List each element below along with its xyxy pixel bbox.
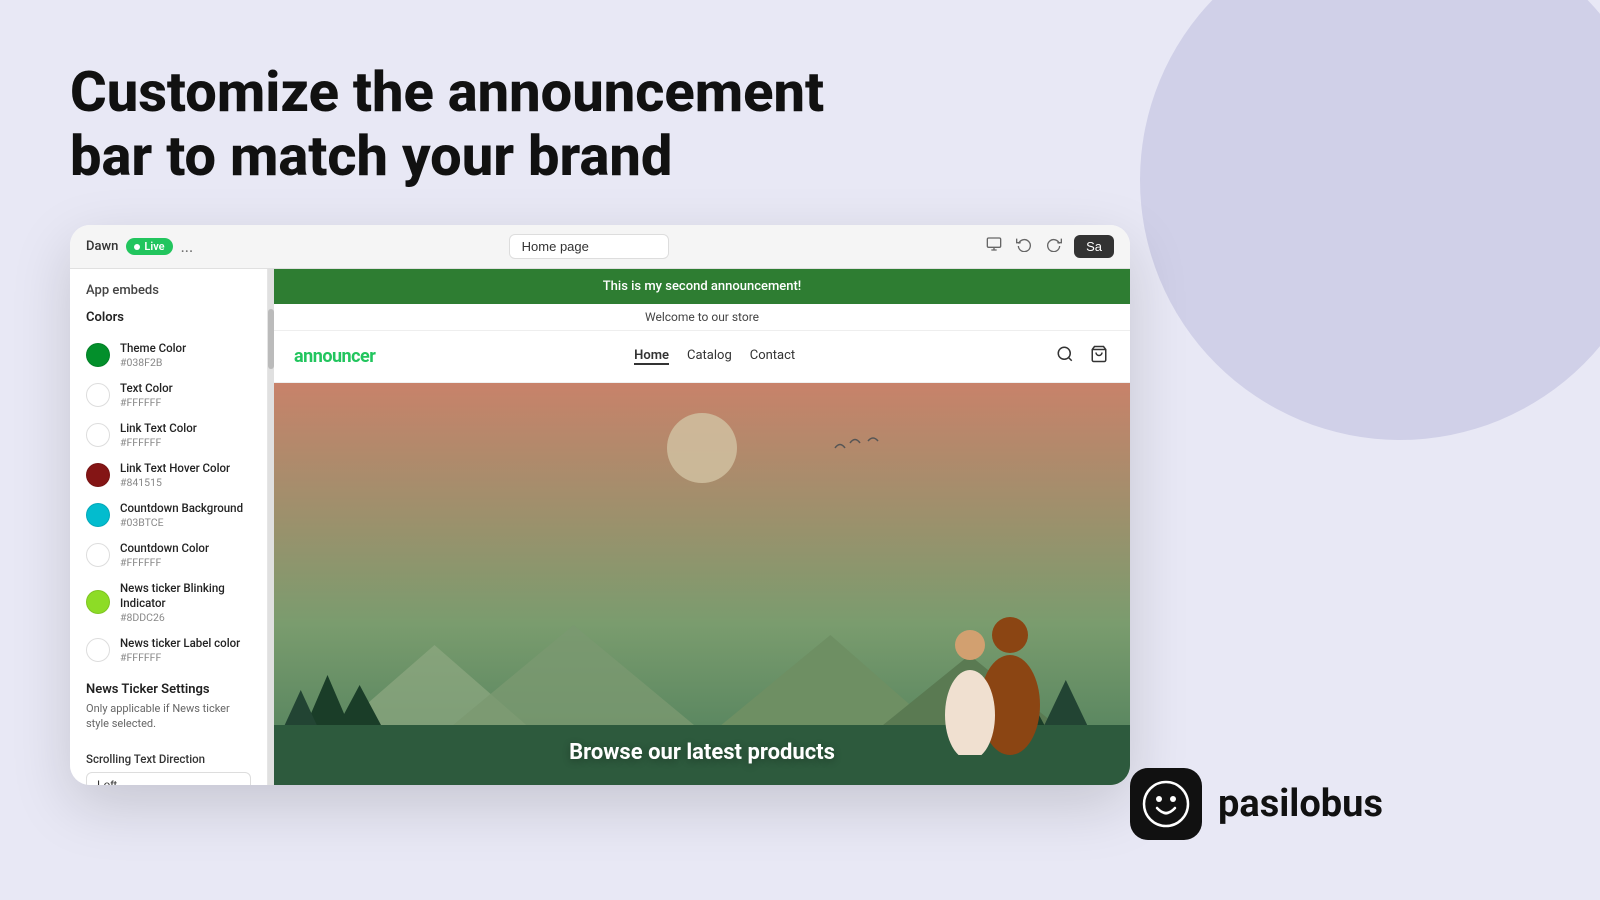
- color-item-countdown[interactable]: Countdown Color #FFFFFF: [70, 535, 267, 575]
- ticker-indicator-circle: [86, 590, 110, 614]
- countdown-bg-color-name: Countdown Background: [120, 501, 243, 516]
- color-item-ticker-indicator[interactable]: News ticker Blinking Indicator #8DDC26: [70, 575, 267, 630]
- brand-name: pasilobus: [1218, 782, 1383, 826]
- store-cart-button[interactable]: [1088, 343, 1110, 370]
- undo-icon-button[interactable]: [1014, 234, 1034, 259]
- page-selector[interactable]: Home page Product page Collection page: [509, 234, 669, 259]
- more-dots-button[interactable]: ...: [181, 237, 194, 256]
- news-ticker-desc: Only applicable if News ticker style sel…: [86, 701, 251, 732]
- browser-topbar: Dawn Live ... Home page Product page Col…: [70, 225, 1130, 270]
- countdown-bg-color-hex: #03BTCE: [120, 516, 243, 529]
- store-sub-bar: Welcome to our store: [274, 304, 1130, 331]
- scrolling-direction-select[interactable]: Left Right: [86, 772, 251, 785]
- nav-link-home[interactable]: Home: [634, 348, 669, 365]
- store-nav: announcer Home Catalog Contact: [274, 331, 1130, 383]
- scrollbar-thumb[interactable]: [268, 309, 274, 369]
- device-icon-button[interactable]: [984, 234, 1004, 259]
- ticker-indicator-info: News ticker Blinking Indicator #8DDC26: [120, 581, 251, 624]
- content-row: Dawn Live ... Home page Product page Col…: [70, 225, 1530, 860]
- browser-body: App embeds Colors Theme Color #038F2B: [70, 269, 1130, 785]
- topbar-center: Home page Product page Collection page: [205, 234, 972, 259]
- headline-line1: Customize the announcement: [70, 59, 824, 125]
- store-logo: announcer: [294, 346, 375, 367]
- announcement-text: This is my second announcement!: [603, 279, 802, 294]
- theme-color-name: Theme Color: [120, 341, 186, 356]
- app-embeds-title: App embeds: [70, 283, 267, 310]
- color-item-theme[interactable]: Theme Color #038F2B: [70, 335, 267, 375]
- announcement-bar: This is my second announcement!: [274, 269, 1130, 304]
- text-color-info: Text Color #FFFFFF: [120, 381, 173, 409]
- theme-color-circle: [86, 343, 110, 367]
- ticker-label-name: News ticker Label color: [120, 636, 240, 651]
- save-button[interactable]: Sa: [1074, 235, 1114, 258]
- news-ticker-title: News Ticker Settings: [86, 682, 251, 697]
- main-container: Customize the announcement bar to match …: [0, 0, 1600, 900]
- hero-people-svg: [910, 595, 1070, 755]
- text-color-hex: #FFFFFF: [120, 396, 173, 409]
- countdown-color-name: Countdown Color: [120, 541, 209, 556]
- theme-color-info: Theme Color #038F2B: [120, 341, 186, 369]
- live-dot: [134, 244, 140, 250]
- scrolling-section: Scrolling Text Direction Left Right: [70, 746, 267, 785]
- settings-panel: App embeds Colors Theme Color #038F2B: [70, 269, 268, 785]
- ticker-label-hex: #FFFFFF: [120, 651, 240, 664]
- theme-color-hex: #038F2B: [120, 356, 186, 369]
- browser-mockup: Dawn Live ... Home page Product page Col…: [70, 225, 1130, 785]
- colors-section-title: Colors: [70, 310, 267, 335]
- color-item-link-text[interactable]: Link Text Color #FFFFFF: [70, 415, 267, 455]
- live-badge: Live: [126, 238, 172, 255]
- ticker-indicator-hex: #8DDC26: [120, 611, 251, 624]
- hero-sun: [667, 413, 737, 483]
- color-item-countdown-bg[interactable]: Countdown Background #03BTCE: [70, 495, 267, 535]
- redo-icon-button[interactable]: [1044, 234, 1064, 259]
- store-hero: Browse our latest products: [274, 383, 1130, 785]
- text-color-circle: [86, 383, 110, 407]
- headline-line2: bar to match your brand: [70, 123, 672, 189]
- text-color-name: Text Color: [120, 381, 173, 396]
- hero-birds-svg: [830, 433, 910, 463]
- left-side: pasilobus: [1130, 225, 1530, 860]
- link-hover-color-info: Link Text Hover Color #841515: [120, 461, 230, 489]
- news-ticker-section: News Ticker Settings Only applicable if …: [70, 670, 267, 746]
- store-nav-icons: [1054, 343, 1110, 370]
- ticker-indicator-name: News ticker Blinking Indicator: [120, 581, 251, 611]
- scrolling-title: Scrolling Text Direction: [86, 752, 251, 766]
- color-item-text[interactable]: Text Color #FFFFFF: [70, 375, 267, 415]
- nav-link-contact[interactable]: Contact: [750, 348, 795, 365]
- link-text-color-info: Link Text Color #FFFFFF: [120, 421, 197, 449]
- countdown-color-circle: [86, 543, 110, 567]
- link-text-color-circle: [86, 423, 110, 447]
- countdown-color-info: Countdown Color #FFFFFF: [120, 541, 209, 569]
- logo-icon: [1130, 768, 1202, 840]
- nav-link-catalog[interactable]: Catalog: [687, 348, 732, 365]
- sub-bar-text: Welcome to our store: [645, 310, 759, 324]
- store-search-button[interactable]: [1054, 343, 1076, 370]
- store-nav-links: Home Catalog Contact: [634, 348, 795, 365]
- countdown-bg-color-circle: [86, 503, 110, 527]
- dawn-label: Dawn: [86, 239, 118, 254]
- ticker-label-info: News ticker Label color #FFFFFF: [120, 636, 240, 664]
- topbar-left: Dawn Live ...: [86, 237, 193, 256]
- color-item-link-hover[interactable]: Link Text Hover Color #841515: [70, 455, 267, 495]
- link-hover-color-name: Link Text Hover Color: [120, 461, 230, 476]
- page-headline: Customize the announcement bar to match …: [70, 60, 970, 189]
- logo-area: pasilobus: [1130, 768, 1530, 840]
- link-text-color-hex: #FFFFFF: [120, 436, 197, 449]
- hero-text: Browse our latest products: [569, 740, 835, 765]
- pasilobus-icon-svg: [1142, 780, 1190, 828]
- live-badge-text: Live: [144, 240, 164, 253]
- link-text-color-name: Link Text Color: [120, 421, 197, 436]
- link-hover-color-circle: [86, 463, 110, 487]
- countdown-bg-color-info: Countdown Background #03BTCE: [120, 501, 243, 529]
- topbar-right: Sa: [984, 234, 1114, 259]
- countdown-color-hex: #FFFFFF: [120, 556, 209, 569]
- ticker-label-circle: [86, 638, 110, 662]
- color-item-ticker-label[interactable]: News ticker Label color #FFFFFF: [70, 630, 267, 670]
- link-hover-color-hex: #841515: [120, 476, 230, 489]
- store-preview: This is my second announcement! Welcome …: [274, 269, 1130, 785]
